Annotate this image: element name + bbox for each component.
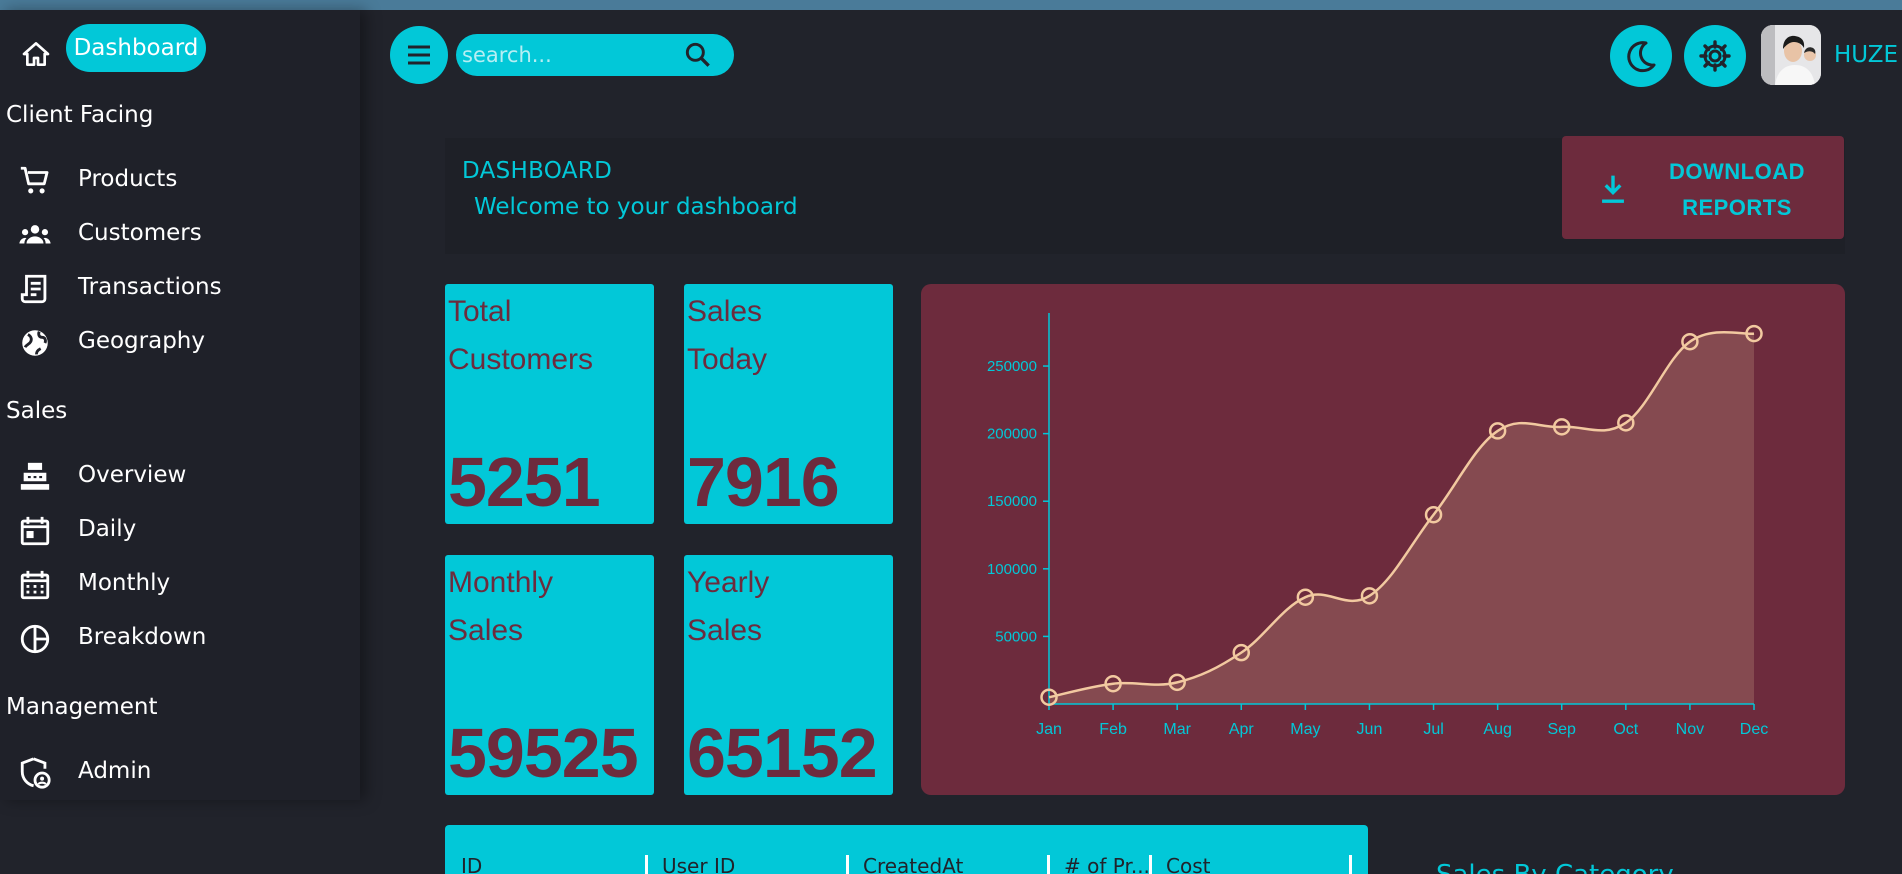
sales-chart: 50000 100000 150000 200000 250000 Jan Feb Mar Ap… [921,284,1845,795]
nav-label: Admin [78,758,152,784]
window-top-strip [0,0,1902,10]
nav-customers[interactable]: Customers [0,210,360,260]
search-input[interactable] [456,34,676,76]
nav-label: Transactions [78,274,222,300]
cart-icon [18,164,52,198]
receipt-icon [18,272,52,306]
chart-x-tick-label: Mar [1163,721,1191,738]
sales-by-category-title: Sales By Category [1436,860,1674,874]
chart-x-tick-label: Nov [1676,721,1704,738]
column-separator[interactable] [846,855,849,874]
calendar-month-icon [18,568,52,602]
section-title-sales: Sales [6,398,68,424]
pie-chart-icon [18,622,52,656]
nav-geography[interactable]: Geography [0,318,360,368]
nav-label: Products [78,166,178,192]
nav-label: Overview [78,462,187,488]
nav-label: Daily [78,516,137,542]
download-label: DOWNLOAD REPORTS [1669,159,1805,220]
chart-x-tick-label: Jun [1357,721,1383,738]
stat-title: Total Customers [448,295,594,376]
user-name[interactable]: HUZE [1834,42,1898,68]
chart-y-tick-label: 50000 [995,628,1037,645]
column-header-num-products[interactable]: # of Pr... [1064,854,1149,874]
chart-area-fill [1049,332,1754,704]
chart-x-tick-label: Jan [1036,721,1062,738]
dark-mode-button[interactable] [1610,25,1672,87]
chart-y-tick-label: 150000 [987,493,1037,510]
nav-admin[interactable]: Admin [0,748,360,798]
stat-title: Monthly Sales [448,566,554,647]
column-separator[interactable] [645,855,648,874]
stat-card-sales-today: Sales Today 7916 [684,284,893,524]
download-reports-button[interactable]: DOWNLOAD REPORTS [1562,136,1844,239]
nav-daily[interactable]: Daily [0,506,360,556]
nav-label: Geography [78,328,205,354]
nav-monthly[interactable]: Monthly [0,560,360,610]
search-bar [456,34,734,76]
column-header-user-id[interactable]: User ID [662,854,842,874]
column-separator[interactable] [1349,855,1352,874]
nav-transactions[interactable]: Transactions [0,264,360,314]
stat-value: 59525 [448,714,639,792]
download-icon [1598,172,1628,206]
chart-x-tick-label: Feb [1099,721,1127,738]
nav-products[interactable]: Products [0,156,360,206]
settings-button[interactable] [1684,25,1746,87]
column-header-cost[interactable]: Cost [1166,854,1346,874]
transactions-table: ID User ID CreatedAt # of Pr... Cost [445,825,1368,874]
menu-button[interactable] [390,26,448,84]
chart-x-tick-label: Dec [1740,721,1768,738]
section-title-client-facing: Client Facing [6,102,154,128]
search-icon[interactable] [682,39,714,71]
chart-x-tick-label: Sep [1547,721,1576,738]
dark-mode-icon [1627,41,1656,73]
admin-shield-icon [18,756,52,790]
settings-icon [1699,40,1731,72]
page-subtitle: Welcome to your dashboard [474,194,798,220]
column-separator[interactable] [1047,855,1050,874]
column-header-id[interactable]: ID [461,854,641,874]
page-title: DASHBOARD [462,158,613,184]
home-icon[interactable] [20,38,52,70]
stat-value: 7916 [687,443,840,521]
stat-card-total-customers: Total Customers 5251 [445,284,654,524]
sales-chart-svg: 50000 100000 150000 200000 250000 Jan Feb Mar Ap… [987,313,1768,738]
avatar[interactable] [1761,25,1821,85]
nav-dashboard[interactable]: Dashboard [66,24,206,72]
chart-x-tick-label: May [1290,721,1320,738]
stat-title: Sales Today [687,295,768,376]
chart-x-tick-label: Oct [1613,721,1638,738]
section-title-management: Management [6,694,158,720]
globe-icon [18,326,52,360]
chart-x-tick-label: Apr [1229,721,1255,738]
groups-icon [18,218,52,252]
column-separator[interactable] [1149,855,1152,874]
chart-y-tick-label: 100000 [987,561,1037,578]
chart-x-tick-label: Aug [1483,721,1511,738]
stat-card-yearly-sales: Yearly Sales 65152 [684,555,893,795]
nav-label: Customers [78,220,202,246]
nav-overview[interactable]: Overview [0,452,360,502]
chart-y-tick-label: 200000 [987,426,1037,443]
sidebar: Dashboard Client Facing Products Custome… [0,10,360,800]
calendar-today-icon [18,514,52,548]
menu-icon [408,45,430,65]
nav-label: Monthly [78,570,171,596]
stat-card-monthly-sales: Monthly Sales 59525 [445,555,654,795]
chart-x-tick-label: Jul [1423,721,1443,738]
column-header-created-at[interactable]: CreatedAt [863,854,1043,874]
nav-breakdown[interactable]: Breakdown [0,614,360,664]
stat-value: 65152 [687,714,878,792]
stat-value: 5251 [448,443,601,521]
point-of-sale-icon [18,460,52,494]
stat-title: Yearly Sales [687,566,770,647]
nav-label: Breakdown [78,624,207,650]
chart-y-tick-label: 250000 [987,358,1037,375]
